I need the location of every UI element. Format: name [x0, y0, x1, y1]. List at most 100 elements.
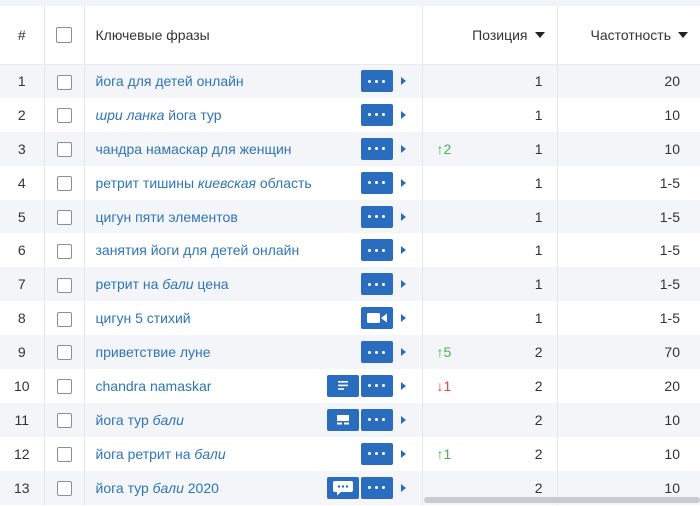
keyword-link[interactable]: ретрит тишины киевская область: [96, 175, 312, 191]
position-value: 2: [534, 479, 543, 496]
keyword-link[interactable]: йога ретрит на бали: [96, 446, 226, 462]
expand-chevron-icon[interactable]: [400, 415, 406, 424]
video-icon: [366, 312, 387, 324]
select-all-checkbox[interactable]: [56, 27, 72, 44]
keyword-link[interactable]: йога для детей онлайн: [96, 73, 244, 89]
expand-chevron-icon[interactable]: [400, 212, 406, 221]
more-actions-button[interactable]: [360, 239, 393, 262]
expand-chevron-icon[interactable]: [400, 483, 406, 492]
more-actions-button[interactable]: [360, 442, 393, 465]
column-header-keywords: Ключевые фразы: [84, 6, 423, 65]
keyword-cell: ретрит тишины киевская область: [84, 165, 423, 200]
row-checkbox[interactable]: [56, 345, 72, 361]
more-actions-button[interactable]: [360, 70, 393, 93]
row-checkbox[interactable]: [56, 447, 72, 463]
more-actions-button[interactable]: [360, 171, 393, 194]
more-actions-button[interactable]: [360, 408, 393, 431]
row-checkbox[interactable]: [56, 209, 72, 225]
more-dot: [382, 384, 385, 388]
more-dot: [375, 452, 378, 456]
keyword-link[interactable]: цигун 5 стихий: [96, 310, 191, 326]
column-header-frequency[interactable]: Частотность: [557, 6, 700, 65]
expand-chevron-icon[interactable]: [400, 77, 406, 86]
keyword-cell: ретрит на бали цена: [84, 267, 423, 302]
frequency-value: 20: [557, 369, 700, 403]
row-checkbox[interactable]: [56, 379, 72, 395]
expand-chevron-icon[interactable]: [400, 381, 406, 390]
row-checkbox[interactable]: [56, 481, 72, 497]
keyword-part: цигун 5 стихий: [95, 310, 191, 327]
row-checkbox[interactable]: [56, 277, 72, 293]
expand-chevron-icon[interactable]: [400, 178, 406, 187]
frequency-value: 10: [557, 436, 700, 471]
frequency-header-label: Частотность: [590, 26, 672, 43]
arrow-up-icon: ↑: [436, 344, 444, 361]
keyword-cell: йога ретрит на бали: [84, 436, 423, 471]
row-checkbox[interactable]: [56, 142, 72, 158]
more-actions-button[interactable]: [360, 273, 393, 296]
expand-chevron-icon[interactable]: [400, 449, 406, 458]
row-select-cell: [44, 199, 85, 234]
more-actions-button[interactable]: [360, 476, 393, 499]
keyword-link[interactable]: цигун пяти элементов: [96, 209, 238, 225]
table-row: 4 ретрит тишины киевская область 1 1-5: [0, 165, 700, 200]
sort-caret-icon[interactable]: [678, 31, 688, 38]
keyword-link[interactable]: приветствие луне: [96, 344, 211, 360]
row-number: 1: [0, 64, 45, 98]
arrow-up-icon: ↑: [436, 445, 444, 462]
frequency-value: 1-5: [557, 199, 700, 234]
image-snippet-icon: [336, 414, 349, 425]
video-button[interactable]: [360, 307, 393, 330]
keyword-link[interactable]: chandra namaskar: [96, 378, 212, 394]
more-actions-button[interactable]: [360, 374, 393, 397]
expand-chevron-icon[interactable]: [400, 144, 406, 153]
more-actions-button[interactable]: [360, 205, 393, 228]
position-change: ↑2: [437, 141, 452, 157]
keyword-cell: занятия йоги для детей онлайн: [84, 233, 423, 268]
expand-chevron-icon[interactable]: [400, 280, 406, 289]
horizontal-scrollbar[interactable]: [424, 497, 700, 503]
keyword-link[interactable]: йога тур бали 2020: [96, 480, 219, 496]
keyword-link[interactable]: чандра намаскар для женщин: [96, 141, 292, 157]
serp-feature-button[interactable]: [326, 374, 359, 397]
keyword-part: chandra namaskar: [95, 377, 212, 394]
serp-feature-button[interactable]: [326, 408, 359, 431]
expand-chevron-icon[interactable]: [400, 314, 406, 323]
frequency-value: 1-5: [557, 267, 700, 302]
serp-feature-button[interactable]: [326, 476, 359, 499]
column-header-position[interactable]: Позиция: [422, 6, 558, 65]
keyword-link[interactable]: занятия йоги для детей онлайн: [96, 242, 300, 258]
comment-icon: [332, 480, 354, 496]
keyword-part: бали: [162, 276, 194, 293]
keyword-part: ретрит на: [95, 276, 163, 293]
position-value: 1: [534, 174, 543, 191]
more-dot: [368, 418, 371, 422]
more-dot: [382, 282, 385, 286]
more-dot: [375, 384, 378, 388]
more-dot: [368, 452, 371, 456]
more-dot: [382, 350, 385, 354]
position-change-value: 5: [443, 344, 452, 361]
row-checkbox[interactable]: [56, 108, 72, 124]
keyword-link[interactable]: ретрит на бали цена: [96, 276, 229, 292]
position-cell: ↑5 2: [422, 335, 558, 370]
position-cell: 1: [422, 64, 558, 98]
keyword-part: чандра намаскар для женщин: [95, 140, 292, 157]
row-checkbox[interactable]: [56, 176, 72, 192]
sort-caret-icon[interactable]: [534, 31, 545, 38]
table-row: 8 цигун 5 стихий 1 1-5: [0, 301, 700, 336]
more-actions-button[interactable]: [360, 341, 393, 364]
position-cell: 2: [422, 402, 558, 437]
row-checkbox[interactable]: [56, 311, 72, 327]
row-checkbox[interactable]: [56, 74, 72, 90]
expand-chevron-icon[interactable]: [400, 246, 406, 255]
expand-chevron-icon[interactable]: [400, 110, 406, 119]
row-checkbox[interactable]: [56, 413, 72, 429]
more-actions-button[interactable]: [360, 103, 393, 126]
more-actions-button[interactable]: [360, 137, 393, 160]
row-checkbox[interactable]: [56, 243, 72, 259]
keyword-link[interactable]: йога тур бали: [96, 412, 184, 428]
keyword-link[interactable]: шри ланка йога тур: [96, 107, 222, 123]
expand-chevron-icon[interactable]: [400, 348, 406, 357]
keyword-part: киевская: [197, 174, 256, 191]
